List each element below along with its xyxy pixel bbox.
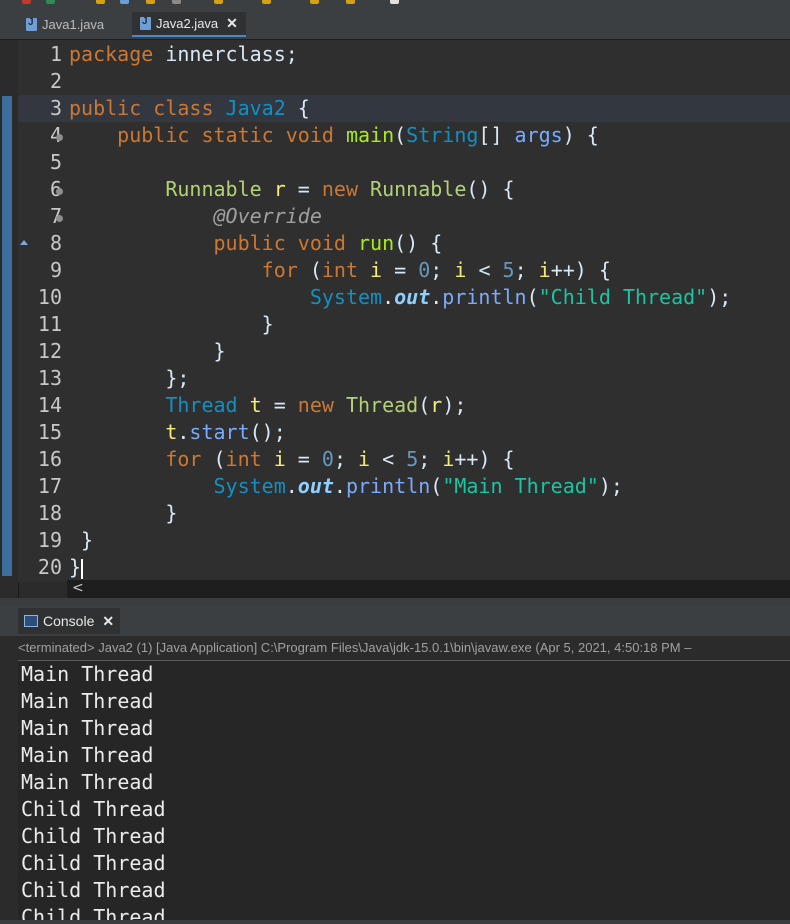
code-line: 16 for (int i = 0; i < 5; i++) { (18, 446, 790, 473)
line-number: 10 (37, 285, 62, 309)
tab-java2[interactable]: Java2.java ✕ (132, 12, 246, 37)
toolbar-icon[interactable] (214, 0, 223, 4)
toolbar-icon[interactable] (146, 0, 155, 4)
toolbar-icon[interactable] (310, 0, 319, 4)
console-output[interactable]: Main Thread Main Thread Main Thread Main… (18, 661, 790, 920)
toolbar-icon[interactable] (262, 0, 271, 4)
code-line: 17 System.out.println("Main Thread"); (18, 473, 790, 500)
line-number: 14 (37, 393, 62, 417)
toolbar-icon[interactable] (390, 0, 399, 4)
line-number: 9 (49, 258, 62, 282)
code-line: 13 }; (18, 365, 790, 392)
console-bottom-edge (0, 920, 790, 924)
toolbar-icon[interactable] (22, 0, 31, 4)
line-number: 8 (49, 231, 62, 255)
console-output-line: Child Thread (21, 824, 166, 848)
toolbar (0, 0, 790, 10)
console-output-line: Main Thread (21, 770, 154, 794)
tab-console[interactable]: Console ✕ (18, 608, 121, 634)
console-output-line: Main Thread (21, 662, 154, 686)
close-icon[interactable]: ✕ (102, 613, 114, 630)
fold-toggle-icon[interactable] (56, 134, 63, 141)
ruler-marker (2, 96, 12, 576)
code-line: 19 } (18, 527, 790, 554)
horizontal-scrollbar[interactable]: < (67, 580, 790, 598)
code-line: 14 Thread t = new Thread(r); (18, 392, 790, 419)
fold-toggle-icon[interactable] (56, 215, 63, 222)
line-number: 16 (37, 447, 62, 471)
console-output-line: Child Thread (21, 905, 166, 920)
toolbar-icon[interactable] (120, 0, 129, 4)
text-caret (81, 558, 84, 579)
line-number: 5 (49, 150, 62, 174)
code-line: 5 (18, 149, 790, 176)
tab-label: Java2.java (156, 16, 219, 31)
console-tab-bar: Console ✕ (0, 606, 790, 636)
code-line: 18 } (18, 500, 790, 527)
console-output-line: Child Thread (21, 851, 166, 875)
editor-tab-bar: Java1.java Java2.java ✕ (0, 10, 790, 40)
code-line: 12 } (18, 338, 790, 365)
code-line: 7 @Override (18, 203, 790, 230)
fold-toggle-icon[interactable] (56, 188, 63, 195)
code-line: 4 public static void main(String[] args)… (18, 122, 790, 149)
toolbar-icon[interactable] (96, 0, 105, 4)
scroll-left-icon[interactable]: < (72, 580, 84, 596)
line-number: 18 (37, 501, 62, 525)
java-file-icon (26, 17, 37, 31)
console-output-line: Main Thread (21, 743, 154, 767)
line-number: 11 (37, 312, 62, 336)
line-number: 1 (49, 42, 62, 66)
line-number: 2 (49, 69, 62, 93)
line-number: 13 (37, 366, 62, 390)
java-file-icon (140, 16, 151, 30)
tab-java1[interactable]: Java1.java (18, 12, 112, 37)
console-output-line: Main Thread (21, 689, 154, 713)
panel-divider[interactable] (0, 598, 790, 606)
code-editor[interactable]: 1 package innerclass; 2 3 public class J… (18, 40, 790, 582)
console-status-line: <terminated> Java2 (1) [Java Application… (18, 636, 790, 661)
code-line: 2 (18, 68, 790, 95)
close-icon[interactable]: ✕ (226, 15, 238, 32)
code-line-current: 3 public class Java2 { (18, 95, 790, 122)
console-output-line: Child Thread (21, 878, 166, 902)
line-number: 19 (37, 528, 62, 552)
console-tab-label: Console (43, 613, 95, 629)
code-line: 6 Runnable r = new Runnable() { (18, 176, 790, 203)
line-number: 17 (37, 474, 62, 498)
line-number: 3 (49, 96, 62, 120)
console-output-line: Child Thread (21, 797, 166, 821)
line-number: 20 (37, 555, 62, 579)
code-line: 15 t.start(); (18, 419, 790, 446)
console-icon (24, 615, 38, 627)
toolbar-icon[interactable] (46, 0, 55, 4)
code-line: 20 } (18, 554, 790, 581)
code-line: 8 public void run() { (18, 230, 790, 257)
toolbar-icon[interactable] (172, 0, 181, 4)
tab-label: Java1.java (42, 17, 105, 32)
code-line: 10 System.out.println("Child Thread"); (18, 284, 790, 311)
code-line: 11 } (18, 311, 790, 338)
code-line: 9 for (int i = 0; i < 5; i++) { (18, 257, 790, 284)
overview-ruler (0, 40, 19, 600)
line-number: 15 (37, 420, 62, 444)
console-margin (0, 636, 18, 920)
console-output-line: Main Thread (21, 716, 154, 740)
code-line: 1 package innerclass; (18, 41, 790, 68)
line-number: 12 (37, 339, 62, 363)
toolbar-icon[interactable] (346, 0, 355, 4)
